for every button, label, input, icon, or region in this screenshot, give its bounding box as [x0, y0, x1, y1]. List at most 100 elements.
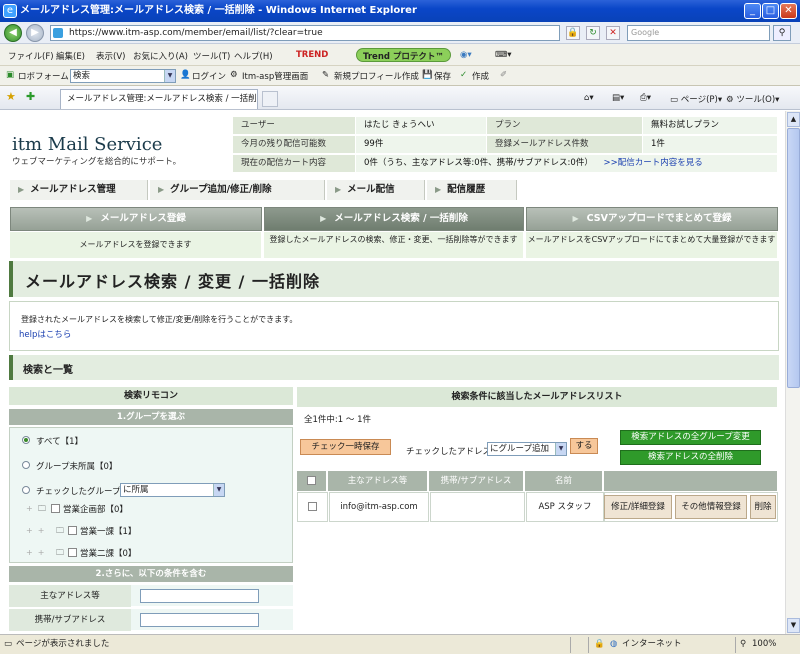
- feeds-icon[interactable]: ▤▾: [612, 93, 624, 103]
- save-link[interactable]: 保存: [434, 70, 451, 82]
- pen-icon[interactable]: ✐: [500, 70, 507, 80]
- registered-value: 1件: [643, 136, 777, 153]
- delete-button[interactable]: 削除: [750, 495, 776, 519]
- nav-mail-delivery[interactable]: ▶ メール配信: [327, 180, 425, 200]
- nav-group-edit[interactable]: ▶ グループ追加/修正/削除: [150, 180, 325, 200]
- group-checkbox[interactable]: [51, 504, 60, 513]
- registered-label: 登録メールアドレス件数: [487, 136, 642, 153]
- group-add-select[interactable]: にグループ追加 ▼: [487, 442, 567, 456]
- menu-help[interactable]: ヘルプ(H): [234, 50, 273, 62]
- menu-edit[interactable]: 編集(E): [56, 50, 85, 62]
- browser-tab[interactable]: メールアドレス管理:メールアドレス検索 / 一括削除: [60, 89, 258, 122]
- close-icon[interactable]: ✕: [780, 3, 797, 19]
- arrow-icon: ▶: [18, 185, 25, 194]
- tools-menu[interactable]: ⚙ ツール(O)▾: [726, 93, 779, 105]
- address-bar[interactable]: https://www.itm-asp.com/member/email/lis…: [50, 25, 560, 41]
- window-title: メールアドレス管理:メールアドレス検索 / 一括削除 - Windows Int…: [20, 5, 417, 16]
- filter-sub-input[interactable]: [140, 613, 259, 627]
- add-favorite-icon[interactable]: ✚: [26, 90, 35, 103]
- help-link[interactable]: helpはこちら: [19, 328, 71, 340]
- tab-desc-search: 登録したメールアドレスの検索、修正・変更、一括削除等ができます: [264, 232, 524, 258]
- home-icon[interactable]: ⌂▾: [584, 93, 594, 103]
- group-checkbox[interactable]: [68, 526, 77, 535]
- delete-all-button[interactable]: 検索アドレスの全削除: [620, 450, 761, 465]
- remote-heading: 検索リモコン: [9, 387, 293, 405]
- lock-icon[interactable]: 🔒: [566, 26, 580, 40]
- scroll-thumb[interactable]: [787, 128, 800, 388]
- refresh-icon[interactable]: ↻: [586, 26, 600, 40]
- change-all-groups-button[interactable]: 検索アドレスの全グループ変更: [620, 430, 761, 445]
- minimize-icon[interactable]: _: [744, 3, 761, 19]
- roboform-button[interactable]: ロボフォーム: [18, 70, 69, 82]
- globe-icon: ◍: [610, 639, 618, 649]
- section-heading: 検索と一覧: [9, 355, 779, 380]
- keyboard-icon[interactable]: ⌨▾: [495, 50, 512, 60]
- create-link[interactable]: 作成: [472, 70, 489, 82]
- plan-label: プラン: [487, 117, 642, 134]
- save-icon: 💾: [422, 70, 433, 80]
- trend-protect-button[interactable]: Trend プロテクト™: [356, 48, 451, 62]
- do-button[interactable]: する: [570, 438, 598, 454]
- remote-step1: 1.グループを選ぶ: [9, 409, 293, 425]
- create-icon: ✓: [460, 70, 468, 80]
- login-button[interactable]: ログイン: [192, 70, 226, 82]
- site-favicon-icon: [53, 28, 63, 38]
- tab-csv-upload[interactable]: ▶ CSVアップロードでまとめて登録: [526, 207, 778, 231]
- tab-email-register[interactable]: ▶ メールアドレス登録: [10, 207, 262, 231]
- menu-file[interactable]: ファイル(F): [8, 50, 54, 62]
- new-tab-button[interactable]: [262, 91, 278, 107]
- radio-unassigned[interactable]: [22, 461, 30, 469]
- radio-unassigned-label: グループ未所属【0】: [36, 462, 118, 472]
- menu-favorites[interactable]: お気に入り(A): [133, 50, 188, 62]
- zoom-level[interactable]: 100%: [752, 635, 776, 653]
- col-header-sub: 携帯/サブアドレス: [429, 471, 524, 491]
- itm-admin-link[interactable]: Itm-asp管理画面: [242, 70, 308, 82]
- menu-view[interactable]: 表示(V): [96, 50, 125, 62]
- radio-checked-group[interactable]: [22, 486, 30, 494]
- itm-admin-icon: ⚙: [230, 70, 238, 80]
- search-icon[interactable]: ⚲: [773, 25, 791, 41]
- nav-email-management[interactable]: ▶ メールアドレス管理: [10, 180, 148, 200]
- trend-logo[interactable]: TREND: [296, 50, 328, 60]
- wifi-icon[interactable]: ◉▾: [460, 50, 472, 60]
- scroll-down-icon[interactable]: ▼: [787, 618, 800, 633]
- forward-icon[interactable]: ▶: [26, 24, 44, 42]
- vertical-scrollbar[interactable]: ▲ ▼: [785, 111, 800, 634]
- menu-tools[interactable]: ツール(T): [193, 50, 230, 62]
- stop-icon[interactable]: ✕: [606, 26, 620, 40]
- nav-delivery-history[interactable]: ▶ 配信履歴: [427, 180, 517, 200]
- roboform-search-select[interactable]: 検索 ▼: [70, 69, 176, 83]
- tab-email-search[interactable]: ▶ メールアドレス検索 / 一括削除: [264, 207, 524, 231]
- row-checkbox-cell: [297, 492, 328, 522]
- folder-icon: 🗀: [56, 548, 64, 557]
- group-membership-select[interactable]: に所属 ▼: [120, 483, 225, 497]
- back-icon[interactable]: ◀: [4, 24, 22, 42]
- edit-detail-button[interactable]: 修正/詳細登録: [604, 495, 672, 519]
- scroll-up-icon[interactable]: ▲: [787, 112, 800, 127]
- radio-checked-group-label: チェックしたグループ: [36, 487, 121, 497]
- remote-step2: 2.さらに、以下の条件を含む: [9, 566, 293, 582]
- favorites-star-icon[interactable]: ★: [6, 90, 16, 103]
- row-checkbox[interactable]: [308, 502, 317, 511]
- arrow-icon: ▶: [158, 185, 165, 194]
- search-input[interactable]: Google: [627, 25, 770, 41]
- radio-all[interactable]: [22, 436, 30, 444]
- new-profile-icon: ✎: [322, 70, 330, 80]
- maximize-icon[interactable]: □: [762, 3, 779, 19]
- temp-save-button[interactable]: チェック一時保存: [300, 439, 391, 455]
- other-info-button[interactable]: その他情報登録: [675, 495, 747, 519]
- print-icon[interactable]: ⎙▾: [640, 93, 651, 103]
- main-nav: ▶ メールアドレス管理 ▶ グループ追加/修正/削除 ▶ メール配信 ▶ 配信履歴: [10, 180, 778, 202]
- group-checkbox[interactable]: [68, 548, 77, 557]
- chevron-down-icon: ▼: [164, 70, 175, 82]
- new-profile-link[interactable]: 新規プロフィール作成: [334, 70, 419, 82]
- select-all-checkbox[interactable]: [307, 476, 316, 485]
- folder-icon: 🗀: [38, 504, 46, 513]
- tree-connector-icon: +: [26, 504, 33, 513]
- links-toolbar: ▣ ロボフォーム 検索 ▼ 👤 ログイン ⚙ Itm-asp管理画面 ✎ 新規プロ…: [0, 66, 800, 86]
- cart-link[interactable]: >>配信カート内容を見る: [604, 158, 703, 168]
- site-logo[interactable]: itm Mail Service: [12, 134, 162, 155]
- tree-item-sales2: 営業二課【0】: [80, 549, 137, 559]
- filter-main-input[interactable]: [140, 589, 259, 603]
- page-menu[interactable]: ▭ ページ(P)▾: [670, 93, 722, 105]
